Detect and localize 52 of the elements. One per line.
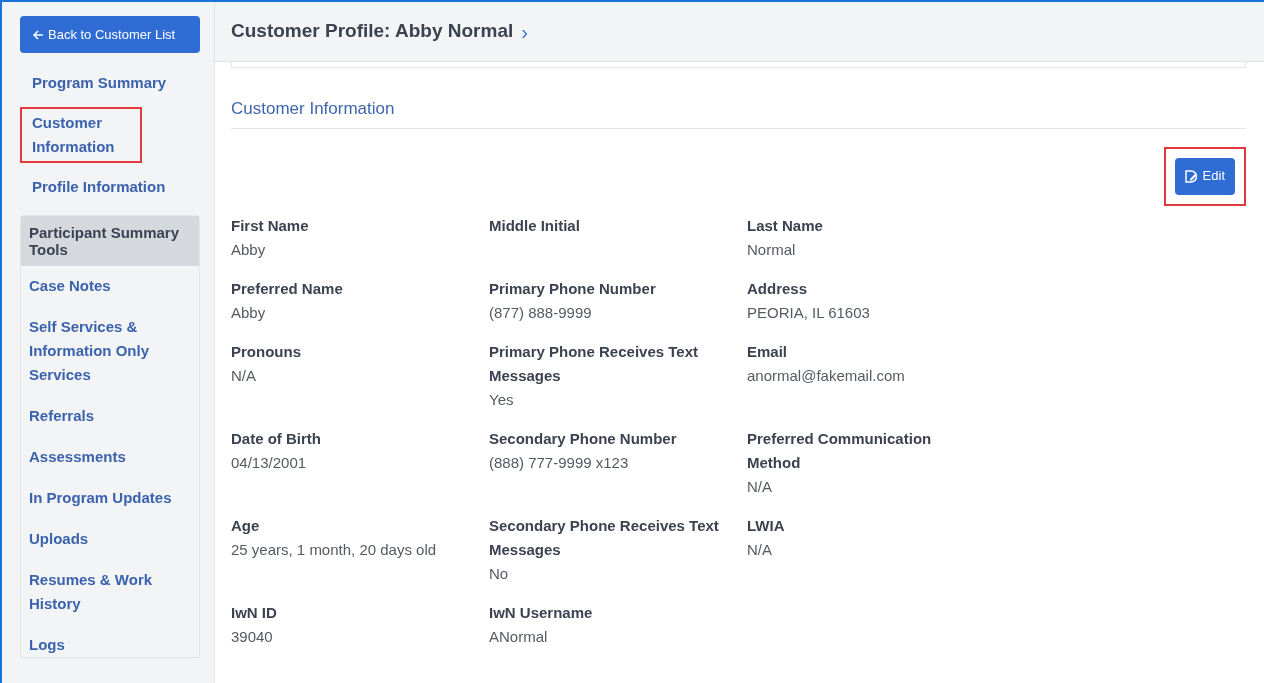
field-value: N/A [747, 476, 773, 497]
field-label: Email [747, 341, 789, 362]
chevron-icon[interactable]: › [521, 16, 528, 47]
tool-link[interactable]: Case Notes [29, 274, 191, 298]
tool-link[interactable]: Assessments [29, 445, 191, 469]
field-value: Abby [231, 302, 267, 323]
field-label: Middle Initial [489, 215, 581, 236]
edit-button[interactable]: Edit [1174, 157, 1235, 195]
section-title: Customer Information [231, 96, 1246, 129]
field-label: Pronouns [231, 341, 302, 362]
tool-link[interactable]: Uploads [29, 527, 191, 551]
tool-link[interactable]: Referrals [29, 404, 191, 428]
arrow-left-icon [32, 28, 44, 41]
field-value: No [489, 563, 510, 584]
field-value: N/A [231, 365, 257, 386]
tool-link[interactable]: Resumes & Work History [29, 568, 191, 616]
field-label: Preferred Name [231, 278, 344, 299]
field-value: Yes [489, 389, 515, 410]
field-value: Abby [231, 239, 267, 260]
tool-link[interactable]: Self Services & Information Only Services [29, 315, 191, 387]
panel-heading: Participant Summary Tools [21, 216, 199, 266]
field-label: LWIA [747, 515, 786, 536]
field-label: Address [747, 278, 809, 299]
edit-icon [1184, 169, 1197, 183]
field-label: Primary Phone Receives Text Messages [489, 341, 699, 386]
field-value: anormal@fakemail.com [747, 365, 906, 386]
field-label: Secondary Phone Receives Text Messages [489, 515, 720, 560]
field-label: Primary Phone Number [489, 278, 657, 299]
page-title: Customer Profile: Abby Normal [231, 19, 514, 44]
field-value: (877) 888-9999 [489, 302, 593, 323]
field-value: Normal [747, 239, 797, 260]
field-value: 25 years, 1 month, 20 days old [231, 539, 438, 560]
nav-link[interactable]: Program Summary [20, 67, 179, 99]
field-value: 04/13/2001 [231, 452, 308, 473]
field-label: Preferred Communication Method [747, 428, 933, 473]
nav-link[interactable]: Customer Information [20, 107, 142, 163]
field-label: Secondary Phone Number [489, 428, 678, 449]
field-value: ANormal [489, 626, 549, 647]
field-label: Last Name [747, 215, 824, 236]
tool-link[interactable]: Logs [29, 633, 191, 657]
nav-link[interactable]: Profile Information [20, 171, 178, 203]
back-button[interactable]: Back to Customer List [20, 16, 200, 53]
field-label: Date of Birth [231, 428, 322, 449]
field-label: IwN ID [231, 602, 278, 623]
field-value: (888) 777-9999 x123 [489, 452, 630, 473]
field-label: Age [231, 515, 261, 536]
field-label: First Name [231, 215, 310, 236]
field-value: N/A [747, 539, 773, 560]
field-value: 39040 [231, 626, 274, 647]
tool-link[interactable]: In Program Updates [29, 486, 191, 510]
field-label: IwN Username [489, 602, 594, 623]
field-value: PEORIA, IL 61603 [747, 302, 871, 323]
